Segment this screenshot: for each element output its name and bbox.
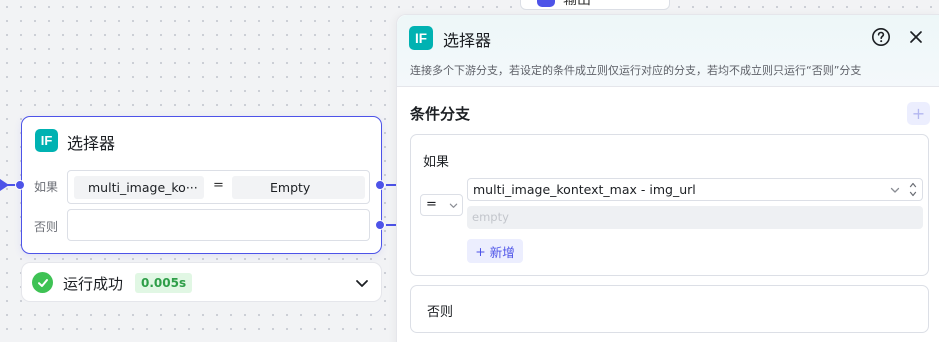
value-input[interactable]: empty bbox=[467, 206, 923, 229]
node-title: 选择器 bbox=[67, 134, 116, 153]
else-branch-label: 否则 bbox=[427, 305, 454, 320]
else-outgoing-edge bbox=[386, 224, 396, 226]
if-condition-row[interactable]: multi_image_ko··· = Empty bbox=[67, 170, 370, 204]
condition-operator: = bbox=[213, 178, 224, 193]
chevron-down-icon[interactable] bbox=[355, 276, 369, 290]
run-duration-badge: 0.005s bbox=[135, 273, 193, 293]
else-branch-card: 否则 bbox=[410, 285, 929, 333]
if-branch-label: 如果 bbox=[423, 155, 450, 170]
output-node[interactable]: 输出 bbox=[520, 0, 670, 10]
add-condition-label: 新增 bbox=[489, 244, 515, 260]
condition-branch-title: 条件分支 bbox=[410, 105, 471, 123]
chevron-down-icon bbox=[890, 187, 900, 193]
output-node-icon bbox=[537, 0, 555, 7]
if-row-label: 如果 bbox=[34, 180, 59, 194]
close-icon[interactable] bbox=[907, 28, 925, 46]
selector-config-panel: IF 选择器 连接多个下游分支，若设定的条件成立则仅运行对应的分支，若均不成立则… bbox=[396, 14, 939, 342]
variable-select[interactable]: multi_image_kontext_max - img_url bbox=[467, 178, 923, 201]
output-node-label: 输出 bbox=[563, 0, 591, 8]
if-node-icon: IF bbox=[409, 26, 433, 50]
if-outgoing-edge bbox=[386, 184, 396, 186]
else-row-label: 否则 bbox=[34, 220, 59, 234]
panel-description: 连接多个下游分支，若设定的条件成立则仅运行对应的分支，若均不成立则只运行“否则”… bbox=[410, 64, 862, 77]
condition-right-chip: Empty bbox=[232, 176, 365, 199]
chevron-down-icon bbox=[449, 203, 458, 208]
panel-title: 选择器 bbox=[443, 31, 492, 50]
add-branch-button[interactable]: + bbox=[907, 102, 930, 125]
selector-node[interactable]: IF 选择器 如果 multi_image_ko··· = Empty 否则 bbox=[15, 116, 385, 254]
operator-select[interactable]: = bbox=[420, 194, 463, 216]
help-icon[interactable] bbox=[871, 27, 891, 47]
operator-value: = bbox=[426, 197, 437, 212]
success-check-icon bbox=[32, 272, 53, 293]
workflow-canvas[interactable]: 输出 IF 选择器 如果 multi_image_ko··· = Empty 否… bbox=[0, 0, 939, 342]
if-branch-card: 如果 = multi_image_kontext_max - img_url e… bbox=[410, 134, 929, 276]
add-condition-button[interactable]: + 新增 bbox=[467, 239, 523, 263]
input-port[interactable] bbox=[15, 180, 25, 190]
if-output-port[interactable] bbox=[375, 180, 385, 190]
condition-left-chip: multi_image_ko··· bbox=[74, 176, 204, 199]
else-output-port[interactable] bbox=[375, 220, 385, 230]
else-row[interactable] bbox=[67, 209, 370, 241]
run-status-bar[interactable]: 运行成功 0.005s bbox=[21, 262, 382, 302]
incoming-edge-arrow bbox=[0, 179, 9, 191]
if-node-icon: IF bbox=[35, 129, 58, 152]
plus-icon: + bbox=[475, 243, 486, 259]
run-status-label: 运行成功 bbox=[63, 275, 124, 293]
stepper-icon[interactable] bbox=[909, 180, 917, 199]
variable-value: multi_image_kontext_max - img_url bbox=[473, 182, 696, 197]
panel-header: IF 选择器 连接多个下游分支，若设定的条件成立则仅运行对应的分支，若均不成立则… bbox=[397, 15, 939, 87]
